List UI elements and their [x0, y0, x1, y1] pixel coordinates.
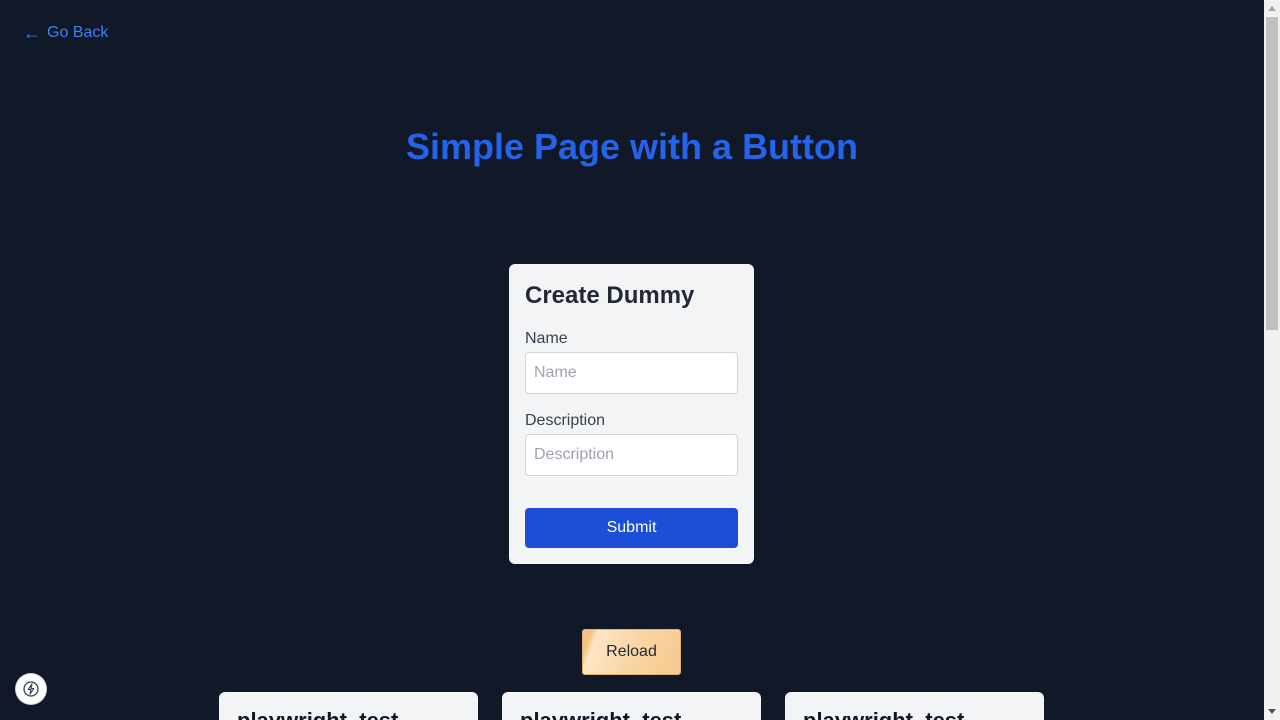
page: ← Go Back Simple Page with a Button Crea… [0, 0, 1264, 720]
form-title: Create Dummy [525, 282, 695, 309]
name-label: Name [525, 330, 568, 347]
scroll-up-icon[interactable] [1264, 0, 1280, 16]
scrollbar-thumb[interactable] [1266, 17, 1278, 330]
item-card: playwright_test [219, 692, 478, 720]
description-label: Description [525, 412, 606, 429]
lightning-icon [23, 681, 39, 697]
go-back-label: Go Back [47, 24, 109, 41]
vertical-scrollbar[interactable] [1264, 0, 1280, 720]
description-input[interactable] [525, 434, 738, 476]
dev-tools-badge[interactable] [16, 674, 46, 704]
item-title: playwright_test [520, 708, 743, 720]
create-dummy-form: Create Dummy Name Description Submit [509, 264, 754, 564]
item-title: playwright_test [803, 708, 1026, 720]
item-card: playwright_test [785, 692, 1044, 720]
item-card: playwright_test [502, 692, 761, 720]
page-title: Simple Page with a Button [405, 126, 859, 167]
go-back-link[interactable]: ← Go Back [23, 24, 108, 42]
submit-button[interactable]: Submit [525, 508, 738, 548]
name-input[interactable] [525, 352, 738, 394]
reload-button[interactable]: Reload [582, 629, 681, 675]
scroll-down-icon[interactable] [1264, 704, 1280, 720]
back-arrow-icon: ← [23, 23, 41, 43]
item-title: playwright_test [237, 708, 460, 720]
